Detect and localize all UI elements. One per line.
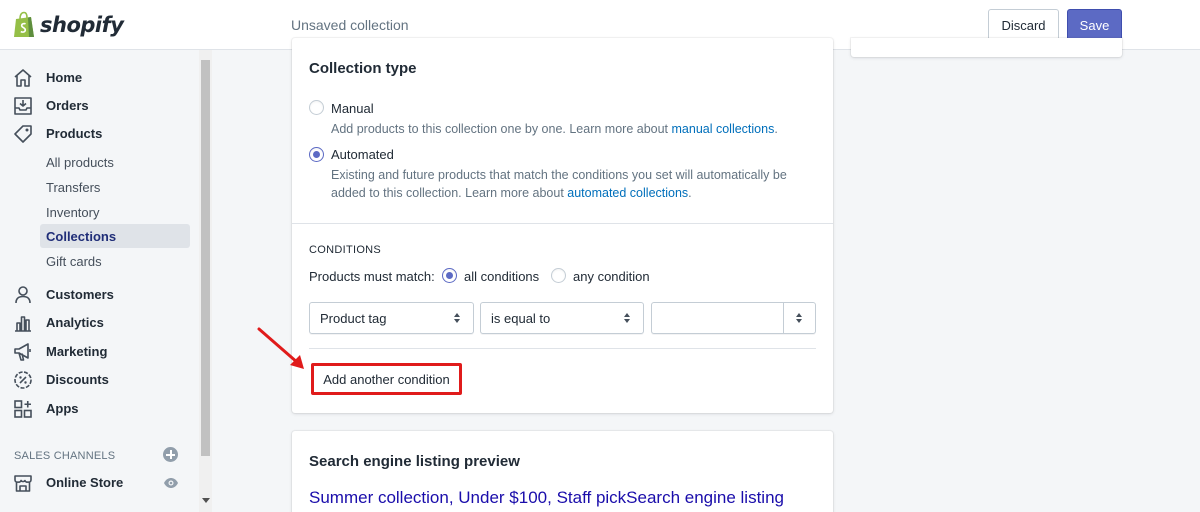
person-icon [15, 286, 31, 304]
sidebar-subitem-label: Gift cards [46, 254, 102, 269]
condition-field-select[interactable]: Product tag [309, 302, 474, 334]
manual-help-text: Add products to this collection one by o… [331, 120, 778, 138]
sidebar-item-label: Apps [46, 401, 79, 416]
automated-help-text: Existing and future products that match … [331, 166, 787, 202]
sidebar-item-label: Marketing [46, 344, 108, 359]
manual-help-suffix: . [774, 122, 778, 136]
store-icon [14, 475, 32, 492]
sidebar-subitem-inventory[interactable]: Inventory [40, 200, 190, 224]
sidebar-item-label: Discounts [46, 372, 109, 387]
sidebar-item-label: Home [46, 70, 83, 85]
automated-help-line1: Existing and future products that match … [331, 168, 787, 182]
megaphone-icon [14, 343, 31, 361]
conditions-heading: CONDITIONS [309, 244, 382, 256]
sidebar: Home Orders Products All products Transf… [0, 50, 212, 512]
automated-help-line2: added to this collection. Learn more abo… [331, 184, 787, 202]
sidebar-item-customers[interactable]: Customers [0, 281, 200, 309]
select-arrows-icon [624, 313, 630, 324]
sidebar-item-marketing[interactable]: Marketing [0, 338, 200, 366]
sidebar-subitem-label: Collections [46, 229, 117, 244]
add-another-condition-button[interactable]: Add another condition [311, 363, 462, 395]
sidebar-item-label: Products [46, 126, 103, 141]
automated-label[interactable]: Automated [331, 147, 394, 162]
brand-name: shopify [40, 13, 124, 37]
sidebar-item-label: Customers [46, 287, 114, 302]
all-conditions-radio[interactable] [442, 268, 457, 283]
sidebar-subitem-all-products[interactable]: All products [40, 150, 190, 174]
manual-collections-link[interactable]: manual collections [672, 122, 775, 136]
automated-collections-link[interactable]: automated collections [567, 186, 688, 200]
sidebar-item-analytics[interactable]: Analytics [0, 309, 200, 337]
automated-radio[interactable] [309, 147, 324, 162]
conditions-divider [309, 348, 816, 349]
manual-label[interactable]: Manual [331, 101, 374, 116]
sidebar-item-label: Online Store [46, 475, 124, 490]
tag-icon [14, 125, 32, 143]
sidebar-scrollbar-thumb[interactable] [201, 60, 210, 456]
sidebar-item-discounts[interactable]: Discounts [0, 366, 200, 394]
any-condition-label[interactable]: any condition [573, 269, 650, 284]
orders-icon [14, 97, 32, 115]
manual-help-body: Add products to this collection one by o… [331, 122, 672, 136]
sales-channels-header: SALES CHANNELS [14, 450, 116, 462]
shopping-bag-icon [14, 11, 34, 37]
combobox-separator [783, 303, 784, 333]
collection-type-card [292, 38, 833, 413]
sidebar-item-label: Analytics [46, 315, 104, 330]
any-condition-radio[interactable] [551, 268, 566, 283]
collection-type-heading: Collection type [309, 60, 417, 77]
sidebar-subitem-label: Transfers [46, 180, 101, 195]
sidebar-subitem-label: Inventory [46, 205, 100, 220]
page-title: Unsaved collection [291, 17, 409, 33]
sidebar-subitem-transfers[interactable]: Transfers [40, 175, 190, 199]
sidebar-item-apps[interactable]: Apps [0, 395, 200, 423]
all-conditions-label[interactable]: all conditions [464, 269, 539, 284]
bar-chart-icon [15, 316, 31, 332]
scroll-down-arrow-icon[interactable] [202, 498, 210, 503]
shopify-logo[interactable]: shopify [12, 11, 124, 39]
select-arrows-icon [454, 313, 460, 324]
seo-preview-title: Summer collection, Under $100, Staff pic… [309, 488, 784, 507]
home-icon [14, 69, 32, 87]
sidebar-item-home[interactable]: Home [0, 64, 200, 92]
sidebar-subitem-collections[interactable]: Collections [40, 224, 190, 248]
match-label: Products must match: [309, 269, 435, 284]
apps-icon [14, 400, 32, 418]
add-channel-plus-icon[interactable] [163, 447, 178, 462]
discard-button[interactable]: Discard [988, 9, 1059, 41]
red-arrow-annotation [257, 327, 304, 369]
condition-operator-value: is equal to [491, 311, 551, 326]
automated-help-body: added to this collection. Learn more abo… [331, 186, 568, 200]
condition-operator-select[interactable]: is equal to [480, 302, 644, 334]
seo-heading: Search engine listing preview [309, 453, 520, 470]
condition-field-value: Product tag [320, 311, 387, 326]
save-button[interactable]: Save [1067, 9, 1122, 41]
eye-icon[interactable] [163, 477, 179, 489]
sidebar-subitem-label: All products [46, 155, 114, 170]
sidebar-item-products[interactable]: Products [0, 120, 200, 148]
select-arrows-icon[interactable] [796, 313, 802, 324]
manual-radio[interactable] [309, 100, 324, 115]
condition-value-combobox[interactable] [651, 302, 816, 334]
sidebar-subitem-gift-cards[interactable]: Gift cards [40, 249, 190, 273]
automated-help-suffix: . [688, 186, 692, 200]
side-card [851, 38, 1122, 57]
sidebar-item-orders[interactable]: Orders [0, 92, 200, 120]
section-divider [292, 223, 833, 224]
discount-icon [14, 371, 32, 389]
sidebar-item-label: Orders [46, 98, 89, 113]
